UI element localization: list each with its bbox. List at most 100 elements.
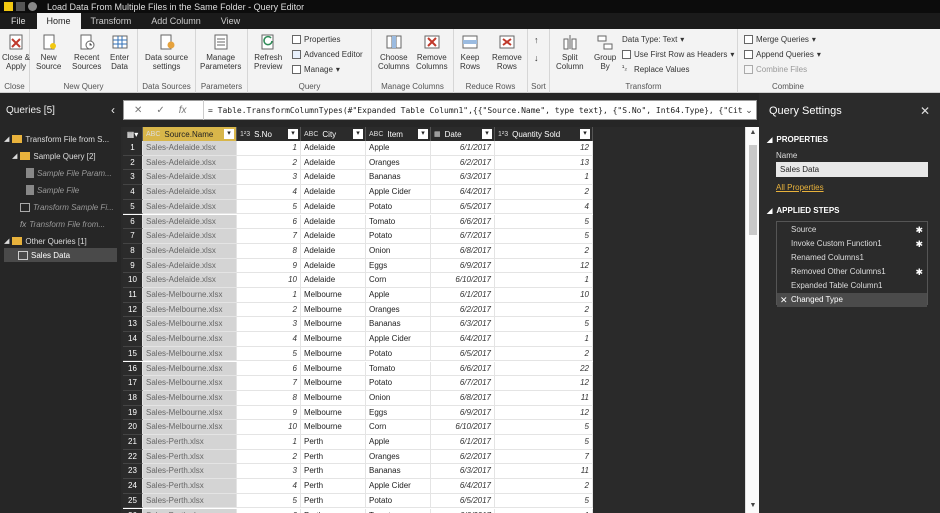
settings-icon[interactable] xyxy=(28,2,37,11)
check-icon[interactable]: ✓ xyxy=(156,105,164,116)
collapse-pane-icon[interactable]: ‹ xyxy=(111,103,115,117)
cell-city[interactable]: Melbourne xyxy=(301,405,366,421)
refresh-preview-button[interactable]: Refresh Preview xyxy=(254,33,282,71)
cell-city[interactable]: Perth xyxy=(301,435,366,450)
row-number[interactable]: 1 xyxy=(123,141,143,156)
table-row[interactable]: 13 Sales-Melbourne.xlsx 3 Melbourne Bananas 6… xyxy=(123,317,593,333)
data-type-dropdown[interactable]: Data Type: Text ▾ xyxy=(622,35,684,44)
cell-city[interactable]: Melbourne xyxy=(301,376,366,391)
cell-item[interactable]: Apple xyxy=(366,435,431,450)
cell-quantity[interactable]: 1 xyxy=(495,508,593,513)
cell-quantity[interactable]: 1 xyxy=(495,332,593,347)
sort-descending-button[interactable]: ↓ xyxy=(534,53,539,63)
sort-ascending-button[interactable]: ↑ xyxy=(534,35,539,45)
cell-item[interactable]: Corn xyxy=(366,273,431,288)
combine-files-button[interactable]: Combine Files xyxy=(744,65,807,74)
collapse-icon[interactable]: ◢ xyxy=(767,207,772,215)
query-transform-sample-file[interactable]: Transform Sample Fi... xyxy=(20,200,121,214)
cell-source-name[interactable]: Sales-Perth.xlsx xyxy=(143,464,237,480)
table-row[interactable]: 6 Sales-Adelaide.xlsx 6 Adelaide Tomato 6/6/2… xyxy=(123,214,593,230)
cell-city[interactable]: Adelaide xyxy=(301,199,366,215)
grid-corner-menu[interactable]: ▦▾ xyxy=(123,127,143,141)
table-row[interactable]: 21 Sales-Perth.xlsx 1 Perth Apple 6/1/2017 5 xyxy=(123,435,593,450)
gear-icon[interactable]: ✱ xyxy=(915,265,923,279)
table-row[interactable]: 26Sales-Perth.xlsx6PerthTomato6/6/20171 xyxy=(123,508,593,513)
cell-quantity[interactable]: 7 xyxy=(495,449,593,465)
cell-quantity[interactable]: 2 xyxy=(495,185,593,200)
cell-item[interactable]: Eggs xyxy=(366,405,431,421)
cell-item[interactable]: Bananas xyxy=(366,464,431,480)
cell-date[interactable]: 6/5/2017 xyxy=(431,199,495,215)
table-row[interactable]: 14 Sales-Melbourne.xlsx 4 Melbourne Apple Ci… xyxy=(123,332,593,347)
cell-sno[interactable]: 8 xyxy=(237,243,301,259)
step-expanded-table-column[interactable]: Expanded Table Column1 xyxy=(777,279,927,293)
cell-item[interactable]: Oranges xyxy=(366,302,431,318)
replace-values-button[interactable]: ¹₂ Replace Values xyxy=(622,65,689,74)
cell-item[interactable]: Eggs xyxy=(366,258,431,274)
expand-icon[interactable]: ◢ xyxy=(4,135,9,143)
cell-source-name[interactable]: Sales-Perth.xlsx xyxy=(143,435,237,450)
cell-item[interactable]: Tomato xyxy=(366,508,431,513)
cell-item[interactable]: Apple Cider xyxy=(366,479,431,494)
expand-icon[interactable]: ◢ xyxy=(4,237,9,245)
filter-dropdown-icon[interactable]: ▾ xyxy=(418,129,428,139)
table-row[interactable]: 5 Sales-Adelaide.xlsx 5 Adelaide Potato 6/5/2… xyxy=(123,199,593,215)
enter-data-button[interactable]: Enter Data xyxy=(110,33,129,71)
cell-source-name[interactable]: Sales-Adelaide.xlsx xyxy=(143,229,237,244)
cell-sno[interactable]: 2 xyxy=(237,155,301,171)
row-number[interactable]: 11 xyxy=(123,288,143,303)
formula-input[interactable]: = Table.TransformColumnTypes(#"Expanded … xyxy=(204,106,742,115)
cell-item[interactable]: Potato xyxy=(366,376,431,391)
cell-source-name[interactable]: Sales-Melbourne.xlsx xyxy=(143,346,237,362)
advanced-editor-button[interactable]: Advanced Editor xyxy=(292,50,363,59)
cell-item[interactable]: Oranges xyxy=(366,155,431,171)
cell-date[interactable]: 6/2/2017 xyxy=(431,449,495,465)
cell-quantity[interactable]: 2 xyxy=(495,243,593,259)
table-row[interactable]: 17 Sales-Melbourne.xlsx 7 Melbourne Potato 6/… xyxy=(123,376,593,391)
new-source-button[interactable]: New Source xyxy=(36,33,61,71)
table-row[interactable]: 10 Sales-Adelaide.xlsx 10 Adelaide Corn 6/10/… xyxy=(123,273,593,288)
table-row[interactable]: 25 Sales-Perth.xlsx 5 Perth Potato 6/5/2017 5 xyxy=(123,493,593,509)
row-number[interactable]: 2 xyxy=(123,155,143,171)
all-properties-link[interactable]: All Properties xyxy=(776,183,824,192)
cell-item[interactable]: Apple Cider xyxy=(366,332,431,347)
remove-columns-button[interactable]: Remove Columns xyxy=(416,33,448,71)
scroll-up-icon[interactable]: ▲ xyxy=(746,129,760,136)
save-icon[interactable] xyxy=(16,2,25,11)
cell-date[interactable]: 6/9/2017 xyxy=(431,258,495,274)
table-row[interactable]: 15 Sales-Melbourne.xlsx 5 Melbourne Potato 6/… xyxy=(123,346,593,362)
cell-source-name[interactable]: Sales-Melbourne.xlsx xyxy=(143,317,237,333)
formula-expand-icon[interactable]: ⌄ xyxy=(742,105,756,116)
cell-quantity[interactable]: 4 xyxy=(495,199,593,215)
expand-icon[interactable]: ◢ xyxy=(12,152,17,160)
cell-date[interactable]: 6/6/2017 xyxy=(431,214,495,230)
table-row[interactable]: 3 Sales-Adelaide.xlsx 3 Adelaide Bananas 6/3/… xyxy=(123,170,593,186)
cell-city[interactable]: Melbourne xyxy=(301,361,366,377)
cell-quantity[interactable]: 2 xyxy=(495,302,593,318)
table-row[interactable]: 16 Sales-Melbourne.xlsx 6 Melbourne Tomato 6/… xyxy=(123,361,593,377)
vertical-scrollbar[interactable]: ▲ ▼ xyxy=(745,127,759,513)
cell-sno[interactable]: 5 xyxy=(237,199,301,215)
row-number[interactable]: 16 xyxy=(123,361,143,377)
cell-sno[interactable]: 4 xyxy=(237,332,301,347)
remove-rows-button[interactable]: Remove Rows xyxy=(492,33,522,71)
cell-city[interactable]: Melbourne xyxy=(301,346,366,362)
cell-date[interactable]: 6/4/2017 xyxy=(431,479,495,494)
cell-item[interactable]: Onion xyxy=(366,390,431,406)
cell-source-name[interactable]: Sales-Melbourne.xlsx xyxy=(143,332,237,347)
row-number[interactable]: 26 xyxy=(123,508,143,513)
row-number[interactable]: 6 xyxy=(123,214,143,230)
cell-quantity[interactable]: 5 xyxy=(495,435,593,450)
cell-date[interactable]: 6/1/2017 xyxy=(431,435,495,450)
cell-date[interactable]: 6/2/2017 xyxy=(431,155,495,171)
table-row[interactable]: 2 Sales-Adelaide.xlsx 2 Adelaide Oranges 6/2/… xyxy=(123,155,593,171)
table-row[interactable]: 22 Sales-Perth.xlsx 2 Perth Oranges 6/2/2017 7 xyxy=(123,449,593,465)
row-number[interactable]: 14 xyxy=(123,332,143,347)
cell-sno[interactable]: 6 xyxy=(237,508,301,513)
cell-item[interactable]: Corn xyxy=(366,420,431,435)
properties-button[interactable]: Properties xyxy=(292,35,340,44)
filter-dropdown-icon[interactable]: ▾ xyxy=(288,129,298,139)
column-header-date[interactable]: ▦ Date ▾ xyxy=(431,127,495,141)
cell-sno[interactable]: 4 xyxy=(237,185,301,200)
row-number[interactable]: 24 xyxy=(123,479,143,494)
